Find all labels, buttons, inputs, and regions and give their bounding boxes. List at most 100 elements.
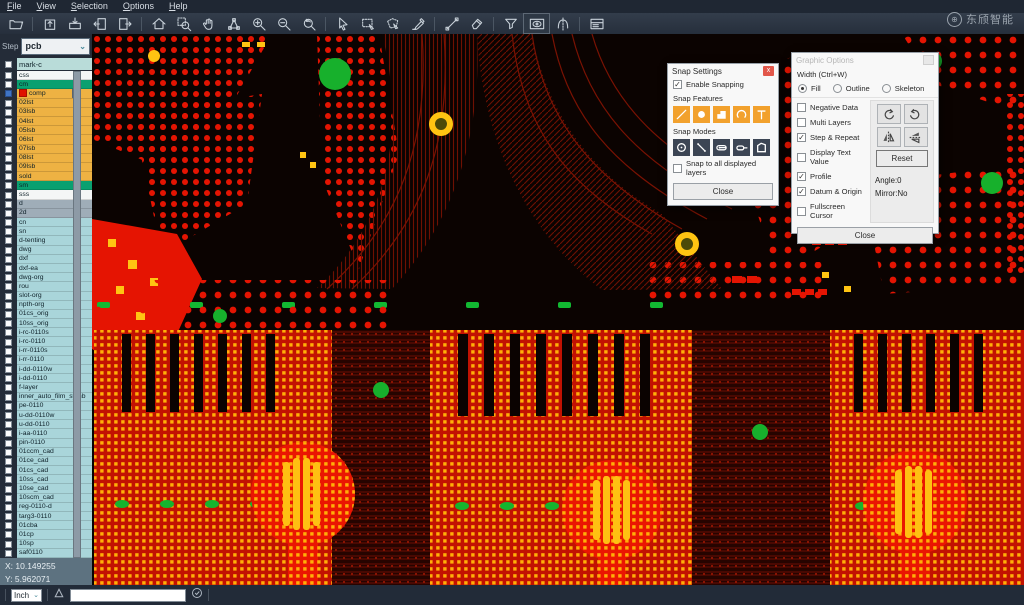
zoom-window-icon[interactable] [171, 14, 196, 33]
layer-checkbox[interactable] [0, 126, 17, 135]
layer-checkbox[interactable] [0, 264, 17, 273]
layer-checkbox[interactable] [0, 540, 17, 549]
option-step-repeat[interactable]: ✓Step & Repeat [796, 130, 870, 145]
layer-checkbox[interactable] [0, 71, 17, 80]
layer-checkbox[interactable] [0, 374, 17, 383]
snap-dialog-titlebar[interactable]: Snap Settings x [668, 64, 778, 78]
layer-checkbox[interactable] [0, 236, 17, 245]
layer-checkbox[interactable] [0, 420, 17, 429]
layer-checkbox[interactable] [0, 292, 17, 301]
rotate-ccw-icon[interactable] [904, 104, 928, 124]
page-icon[interactable] [53, 586, 65, 604]
zoom-out-icon[interactable] [271, 14, 296, 33]
layer-checkbox[interactable] [0, 181, 17, 190]
layer-checkbox[interactable] [0, 200, 17, 209]
layer-checkbox[interactable] [0, 273, 17, 282]
edit-nodes-icon[interactable] [221, 14, 246, 33]
enable-snapping-option[interactable]: ✓ Enable Snapping [668, 78, 778, 91]
menu-item-help[interactable]: Help [169, 0, 188, 13]
layer-checkbox[interactable] [0, 365, 17, 374]
snap-all-layers-checkbox[interactable] [673, 164, 682, 173]
layer-checkbox[interactable] [0, 145, 17, 154]
brush-icon[interactable] [405, 14, 430, 33]
snap-line-icon[interactable] [673, 106, 690, 123]
highlight-view-icon[interactable] [523, 13, 550, 34]
layer-checkbox[interactable] [0, 530, 17, 539]
option-multi-layers[interactable]: Multi Layers [796, 115, 870, 130]
reset-button[interactable]: Reset [876, 150, 928, 167]
layer-checkbox[interactable] [0, 411, 17, 420]
radio-skeleton[interactable] [882, 84, 891, 93]
layer-checkbox[interactable] [0, 282, 17, 291]
active-layer-row[interactable]: mark-c [0, 58, 92, 70]
layer-checkbox[interactable] [0, 319, 17, 328]
measure-coil-icon[interactable] [550, 14, 575, 33]
layer-checkbox[interactable] [0, 512, 17, 521]
radio-fill[interactable] [798, 84, 807, 93]
option-datum-origin[interactable]: ✓Datum & Origin [796, 184, 870, 199]
snap-close-button[interactable]: Close [673, 183, 773, 200]
layer-checkbox[interactable] [0, 227, 17, 236]
layer-checkbox[interactable] [0, 190, 17, 199]
layer-checkbox[interactable] [0, 337, 17, 346]
menu-item-file[interactable]: File [7, 0, 22, 13]
layer-checkbox[interactable] [0, 328, 17, 337]
layer-checkbox[interactable] [0, 255, 17, 264]
layer-checkbox[interactable] [0, 80, 17, 89]
snap-text-icon[interactable] [753, 106, 770, 123]
layer-checkbox[interactable] [0, 209, 17, 218]
layer-checkbox[interactable] [0, 218, 17, 227]
layer-checkbox[interactable] [0, 549, 17, 558]
layer-checkbox[interactable] [0, 457, 17, 466]
rotate-cw-icon[interactable] [877, 104, 901, 124]
layer-checkbox[interactable] [0, 99, 17, 108]
menu-item-view[interactable]: View [37, 0, 56, 13]
select-polygon-icon[interactable] [380, 14, 405, 33]
checkbox[interactable] [797, 207, 806, 216]
filter-icon[interactable] [498, 14, 523, 33]
snap-pad-icon[interactable] [693, 106, 710, 123]
layer-checkbox[interactable] [0, 402, 17, 411]
menu-item-options[interactable]: Options [123, 0, 154, 13]
checkbox[interactable] [797, 103, 806, 112]
step-select[interactable]: pcb ⌄ [21, 38, 90, 55]
checkbox[interactable]: ✓ [797, 172, 806, 181]
measure-line-icon[interactable] [439, 14, 464, 33]
layer-checkbox[interactable] [0, 347, 17, 356]
layer-checkbox[interactable] [0, 429, 17, 438]
layer-checkbox[interactable] [0, 439, 17, 448]
select-rect-icon[interactable] [355, 14, 380, 33]
properties-panel-icon[interactable] [584, 14, 609, 33]
pan-hand-icon[interactable] [196, 14, 221, 33]
save-up-icon[interactable] [37, 14, 62, 33]
checkbox[interactable]: ✓ [797, 187, 806, 196]
graphic-dialog-titlebar[interactable]: Graphic Options [792, 53, 938, 67]
layer-checkbox[interactable] [0, 154, 17, 163]
layer-checkbox[interactable] [0, 356, 17, 365]
layer-checkbox[interactable] [0, 393, 17, 402]
layer-checkbox[interactable] [0, 484, 17, 493]
layer-checkbox[interactable] [0, 163, 17, 172]
checkbox[interactable] [797, 118, 806, 127]
layer-checkbox[interactable] [0, 301, 17, 310]
close-icon[interactable]: x [763, 66, 774, 76]
layer-checkbox[interactable] [0, 58, 17, 70]
layer-checkbox[interactable] [0, 494, 17, 503]
snap-all-layers-option[interactable]: Snap to all displayed layers [668, 157, 778, 179]
option-profile[interactable]: ✓Profile [796, 169, 870, 184]
import-doc-icon[interactable] [87, 14, 112, 33]
select-arrow-icon[interactable] [330, 14, 355, 33]
layer-checkbox[interactable] [0, 89, 17, 98]
layer-checkbox[interactable] [0, 117, 17, 126]
layer-checkbox[interactable] [0, 448, 17, 457]
layer-checkbox[interactable] [0, 503, 17, 512]
layer-list-scrollbar[interactable] [73, 71, 81, 558]
mode-contour-icon[interactable] [753, 139, 770, 156]
option-fullscreen-cursor[interactable]: Fullscreen Cursor [796, 199, 870, 223]
command-input[interactable] [70, 589, 186, 602]
radio-outline[interactable] [833, 84, 842, 93]
mode-slot-center-icon[interactable] [713, 139, 730, 156]
export-doc-icon[interactable] [112, 14, 137, 33]
layer-checkbox[interactable] [0, 466, 17, 475]
checkbox[interactable] [797, 153, 806, 162]
